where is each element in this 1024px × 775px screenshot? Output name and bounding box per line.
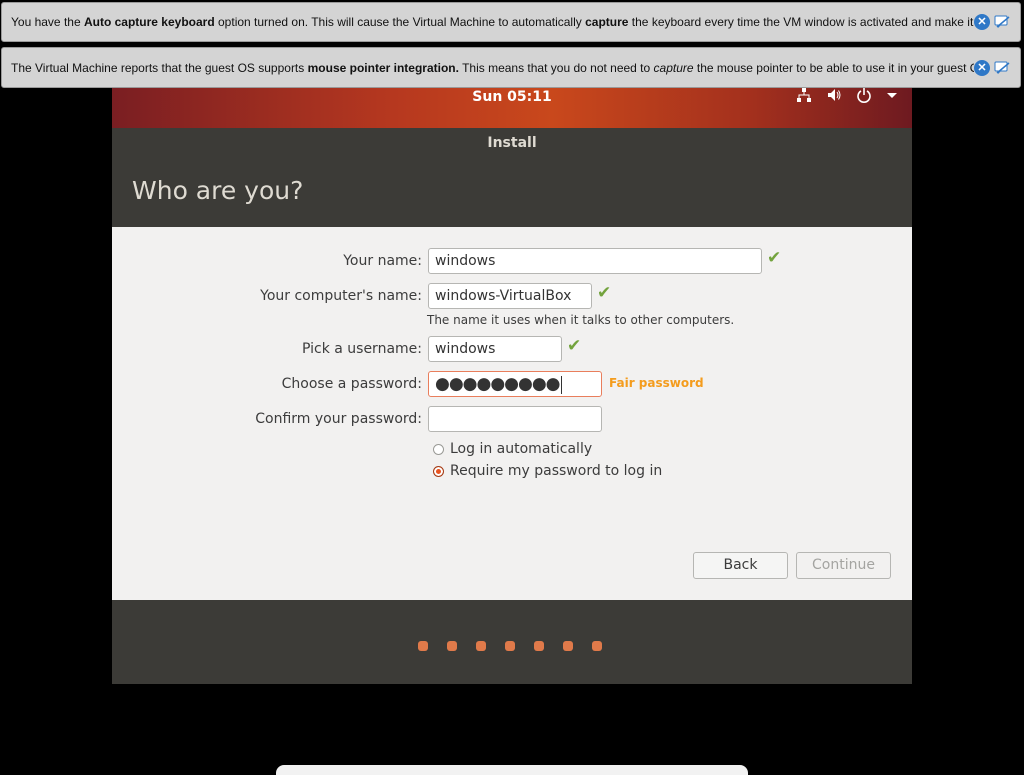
require-password-radio[interactable]: Require my password to log in [433, 463, 662, 479]
password-strength: Fair password [609, 376, 704, 390]
dropdown-arrow-icon[interactable] [886, 89, 898, 105]
volume-icon[interactable] [826, 87, 842, 107]
do-not-show-message-icon[interactable] [994, 60, 1010, 76]
password-label: Choose a password: [281, 376, 422, 392]
clock[interactable]: Sun 05:11 [112, 88, 912, 106]
password-mask: ●●●●●●●●● [435, 374, 561, 394]
password-field[interactable]: ●●●●●●●●● [428, 371, 602, 397]
network-icon[interactable] [796, 87, 812, 107]
computer-name-hint: The name it uses when it talks to other … [427, 313, 735, 327]
progress-dot [476, 641, 486, 651]
valid-check-icon: ✔ [567, 336, 582, 356]
installer-window: Install Who are you? Your name: windows … [112, 128, 912, 684]
close-icon[interactable]: ✕ [974, 14, 990, 30]
progress-dot [447, 641, 457, 651]
name-label: Your name: [343, 253, 422, 269]
continue-button[interactable]: Continue [796, 552, 891, 579]
progress-dot [563, 641, 573, 651]
valid-check-icon: ✔ [767, 248, 782, 268]
computer-name-field[interactable]: windows-VirtualBox [428, 283, 592, 309]
progress-dot [534, 641, 544, 651]
notification-text-part: capture [653, 60, 694, 75]
notification-text-part: This means that you do not need to [458, 60, 654, 75]
notification-text-part: option turned on. This will cause the Vi… [214, 15, 586, 29]
notification-text-part: The Virtual Machine reports that the gue… [11, 60, 308, 75]
radio-label: Log in automatically [450, 441, 593, 457]
notification-text-part: capture [585, 15, 629, 29]
auto-capture-keyboard-notification: You have the Auto capture keyboard optio… [1, 2, 1021, 42]
name-field[interactable]: windows [428, 248, 762, 274]
ubuntu-top-bar: Sun 05:11 [112, 88, 912, 128]
confirm-password-field[interactable] [428, 406, 602, 432]
notification-text: The Virtual Machine reports that the gue… [2, 61, 974, 75]
progress-dot [592, 641, 602, 651]
valid-check-icon: ✔ [597, 283, 612, 303]
notification-text-part: Auto capture keyboard [83, 15, 215, 29]
do-not-show-message-icon[interactable] [994, 14, 1010, 30]
mouse-integration-notification: The Virtual Machine reports that the gue… [1, 47, 1021, 88]
install-progress-dots [418, 641, 602, 651]
username-field[interactable]: windows [428, 336, 562, 362]
vm-bottom-edge [276, 765, 748, 775]
notification-text-part: the mouse pointer to be able to use it i… [696, 60, 974, 75]
progress-dot [418, 641, 428, 651]
username-label: Pick a username: [301, 341, 422, 357]
vm-screen[interactable]: Sun 05:11 Install Who are you? Your name… [112, 88, 912, 684]
power-icon[interactable] [856, 87, 872, 107]
close-icon[interactable]: ✕ [974, 59, 990, 76]
text-caret [560, 376, 562, 394]
confirm-password-label: Confirm your password: [255, 411, 422, 427]
notification-text-part: You have the [11, 15, 84, 29]
progress-dot [505, 641, 515, 651]
notification-text-part: mouse pointer integration. [307, 60, 459, 75]
radio-unchecked-icon [433, 443, 444, 455]
notification-text-part: the keyboard every time the VM window is… [631, 15, 974, 29]
computer-name-label: Your computer's name: [260, 288, 422, 304]
back-button[interactable]: Back [693, 552, 788, 579]
notification-text: You have the Auto capture keyboard optio… [2, 15, 974, 29]
system-tray [796, 88, 898, 106]
login-automatically-radio[interactable]: Log in automatically [433, 441, 592, 457]
form-area: Your name: windows ✔ Your computer's nam… [112, 227, 912, 600]
page-heading: Who are you? [132, 176, 304, 205]
radio-label: Require my password to log in [450, 463, 663, 479]
window-title: Install [487, 135, 537, 151]
radio-checked-icon [433, 465, 444, 477]
